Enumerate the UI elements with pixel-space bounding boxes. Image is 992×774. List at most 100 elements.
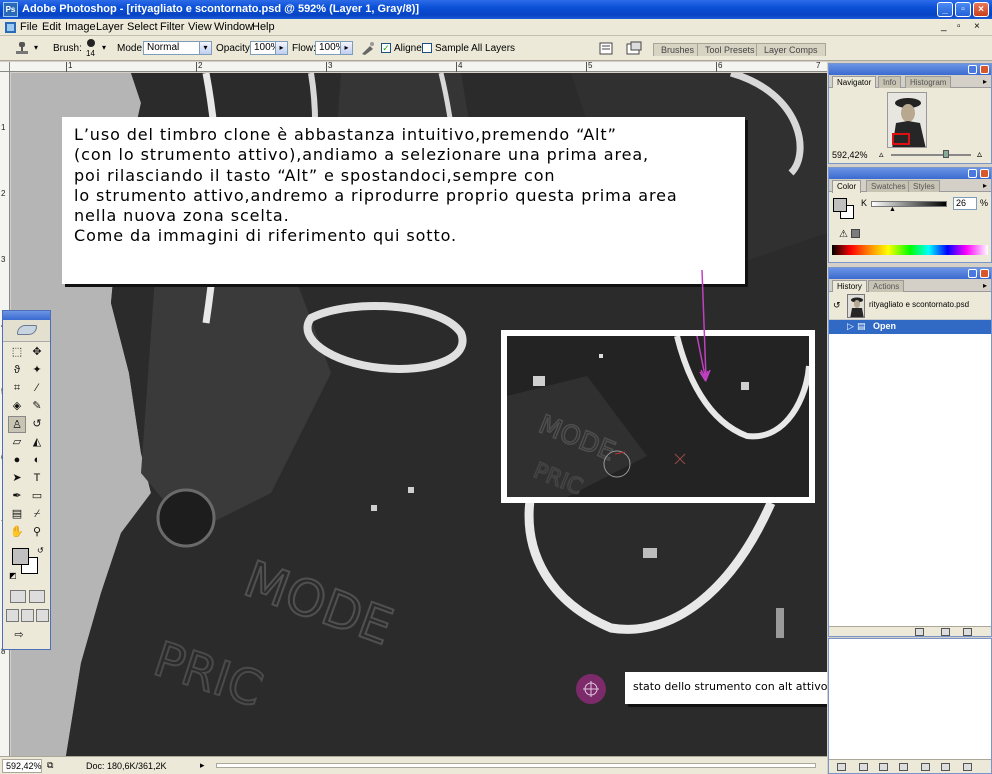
tab-swatches[interactable]: Swatches xyxy=(866,180,911,192)
menu-image[interactable]: Image xyxy=(65,21,96,33)
history-menu-arrow-icon[interactable]: ▸ xyxy=(983,281,987,290)
gamut-swatch[interactable] xyxy=(851,229,860,238)
menu-window[interactable]: Window xyxy=(214,21,253,33)
type-tool-icon[interactable]: T xyxy=(28,470,46,487)
mode-select[interactable]: Normal xyxy=(143,41,200,55)
navigator-zoom-slider[interactable] xyxy=(891,154,971,156)
color-minimize-button[interactable] xyxy=(968,169,977,178)
file-browser-icon[interactable] xyxy=(626,41,642,56)
navigator-zoom-handle[interactable] xyxy=(943,150,949,158)
hand-tool-icon[interactable]: ✋ xyxy=(8,524,26,541)
navigator-zoom-field[interactable]: 592,42% xyxy=(832,150,872,161)
tab-actions[interactable]: Actions xyxy=(868,280,905,292)
adjustment-layer-icon[interactable] xyxy=(899,763,908,771)
clone-stamp-tool-icon[interactable] xyxy=(14,41,30,56)
path-selection-tool-icon[interactable]: ➤ xyxy=(8,470,26,487)
tool-preset-chevron-icon[interactable]: ▾ xyxy=(34,43,38,52)
menu-help[interactable]: Help xyxy=(252,21,275,33)
magic-wand-tool-icon[interactable]: ✦ xyxy=(28,362,46,379)
black-channel-slider[interactable] xyxy=(871,201,947,207)
doc-minimize-button[interactable]: _ xyxy=(941,21,947,32)
history-state-marker-icon[interactable]: ▷ xyxy=(847,321,854,332)
quick-mask-button[interactable] xyxy=(29,590,45,603)
brushes-well-tab[interactable]: Brushes xyxy=(653,43,703,56)
new-document-from-state-icon[interactable] xyxy=(915,628,924,636)
color-menu-arrow-icon[interactable]: ▸ xyxy=(983,181,987,190)
standard-screen-button[interactable] xyxy=(6,609,19,622)
doc-close-button[interactable]: × xyxy=(974,21,980,32)
paint-bucket-tool-icon[interactable]: ◭ xyxy=(28,434,46,451)
zoom-in-icon[interactable]: ▵ xyxy=(977,149,982,160)
delete-state-icon[interactable] xyxy=(963,628,972,636)
jump-to-imageready-icon[interactable]: ⇨ xyxy=(10,627,28,644)
menu-file[interactable]: File xyxy=(20,21,38,33)
color-ramp[interactable] xyxy=(832,245,988,255)
link-layers-icon[interactable] xyxy=(837,763,846,771)
navigator-close-button[interactable] xyxy=(980,65,989,74)
history-step[interactable]: ▷ ▤ Open xyxy=(829,320,991,334)
history-brush-tool-icon[interactable]: ↺ xyxy=(28,416,46,433)
color-title-bar[interactable] xyxy=(829,168,991,179)
navigator-thumbnail[interactable] xyxy=(887,92,927,148)
close-button[interactable]: × xyxy=(973,2,989,17)
brush-tool-icon[interactable]: ✎ xyxy=(28,398,46,415)
layer-style-icon[interactable] xyxy=(859,763,868,771)
menu-edit[interactable]: Edit xyxy=(42,21,61,33)
navigator-preview[interactable]: 592,42% ▵ ▵ xyxy=(829,88,991,162)
delete-layer-icon[interactable] xyxy=(963,763,972,771)
horizontal-scrollbar[interactable] xyxy=(216,763,816,768)
opacity-input[interactable]: 100% xyxy=(250,41,280,55)
document-icon[interactable] xyxy=(4,21,17,34)
aligned-checkbox[interactable]: ✓ xyxy=(381,43,391,53)
blur-tool-icon[interactable]: ● xyxy=(8,452,26,469)
color-foreground-swatch[interactable] xyxy=(833,198,847,212)
black-channel-input[interactable]: 26 xyxy=(953,197,977,210)
pen-tool-icon[interactable]: ✒ xyxy=(8,488,26,505)
minimize-button[interactable]: _ xyxy=(937,2,953,17)
slice-tool-icon[interactable]: ⁄ xyxy=(28,380,46,397)
out-of-gamut-warning-icon[interactable]: ⚠ xyxy=(839,229,848,240)
status-menu-arrow-icon[interactable]: ▸ xyxy=(200,760,205,771)
menu-view[interactable]: View xyxy=(188,21,212,33)
zoom-field[interactable]: 592,42% xyxy=(2,759,42,773)
dodge-tool-icon[interactable]: ◐ xyxy=(28,452,46,469)
tab-histogram[interactable]: Histogram xyxy=(905,76,952,88)
horizontal-ruler[interactable]: 1 2 3 4 5 6 7 xyxy=(10,62,827,72)
clone-stamp-tool-button[interactable]: ♙ xyxy=(8,416,26,433)
navigator-title-bar[interactable] xyxy=(829,64,991,75)
menu-filter[interactable]: Filter xyxy=(160,21,184,33)
new-group-icon[interactable] xyxy=(921,763,930,771)
zoom-tool-icon[interactable]: ⚲ xyxy=(28,524,46,541)
brush-tip-icon[interactable] xyxy=(87,39,95,47)
sample-all-layers-checkbox[interactable] xyxy=(422,43,432,53)
history-brush-source-icon[interactable]: ↺ xyxy=(833,300,841,311)
zoom-out-icon[interactable]: ▵ xyxy=(879,149,884,160)
history-close-button[interactable] xyxy=(980,269,989,278)
menu-layer[interactable]: Layer xyxy=(96,21,124,33)
standard-mode-button[interactable] xyxy=(10,590,26,603)
navigator-menu-arrow-icon[interactable]: ▸ xyxy=(983,77,987,86)
slider-handle-icon[interactable]: ▲ xyxy=(889,206,896,213)
full-screen-button[interactable] xyxy=(36,609,49,622)
default-colors-icon[interactable]: ◩ xyxy=(9,571,17,580)
notes-tool-icon[interactable]: ▤ xyxy=(8,506,26,523)
color-close-button[interactable] xyxy=(980,169,989,178)
flow-slider-arrow-icon[interactable]: ▸ xyxy=(340,41,353,55)
layer-comps-well-tab[interactable]: Layer Comps xyxy=(756,43,826,56)
tab-info[interactable]: Info xyxy=(878,76,902,88)
crop-tool-icon[interactable]: ⌗ xyxy=(8,380,26,397)
menu-select[interactable]: Select xyxy=(127,21,158,33)
navigator-minimize-button[interactable] xyxy=(968,65,977,74)
foreground-color-swatch[interactable] xyxy=(12,548,29,565)
palette-well-icon[interactable] xyxy=(598,41,614,56)
restore-button[interactable]: ▫ xyxy=(955,2,971,17)
tool-presets-well-tab[interactable]: Tool Presets xyxy=(697,43,763,56)
mode-dropdown-arrow-icon[interactable]: ▾ xyxy=(199,41,212,55)
brush-picker-chevron-icon[interactable]: ▾ xyxy=(102,43,106,52)
marquee-tool-icon[interactable]: ⬚ xyxy=(8,344,26,361)
opacity-slider-arrow-icon[interactable]: ▸ xyxy=(275,41,288,55)
toolbox-title-bar[interactable] xyxy=(3,311,50,320)
layer-mask-icon[interactable] xyxy=(879,763,888,771)
shape-tool-icon[interactable]: ▭ xyxy=(28,488,46,505)
new-snapshot-icon[interactable] xyxy=(941,628,950,636)
